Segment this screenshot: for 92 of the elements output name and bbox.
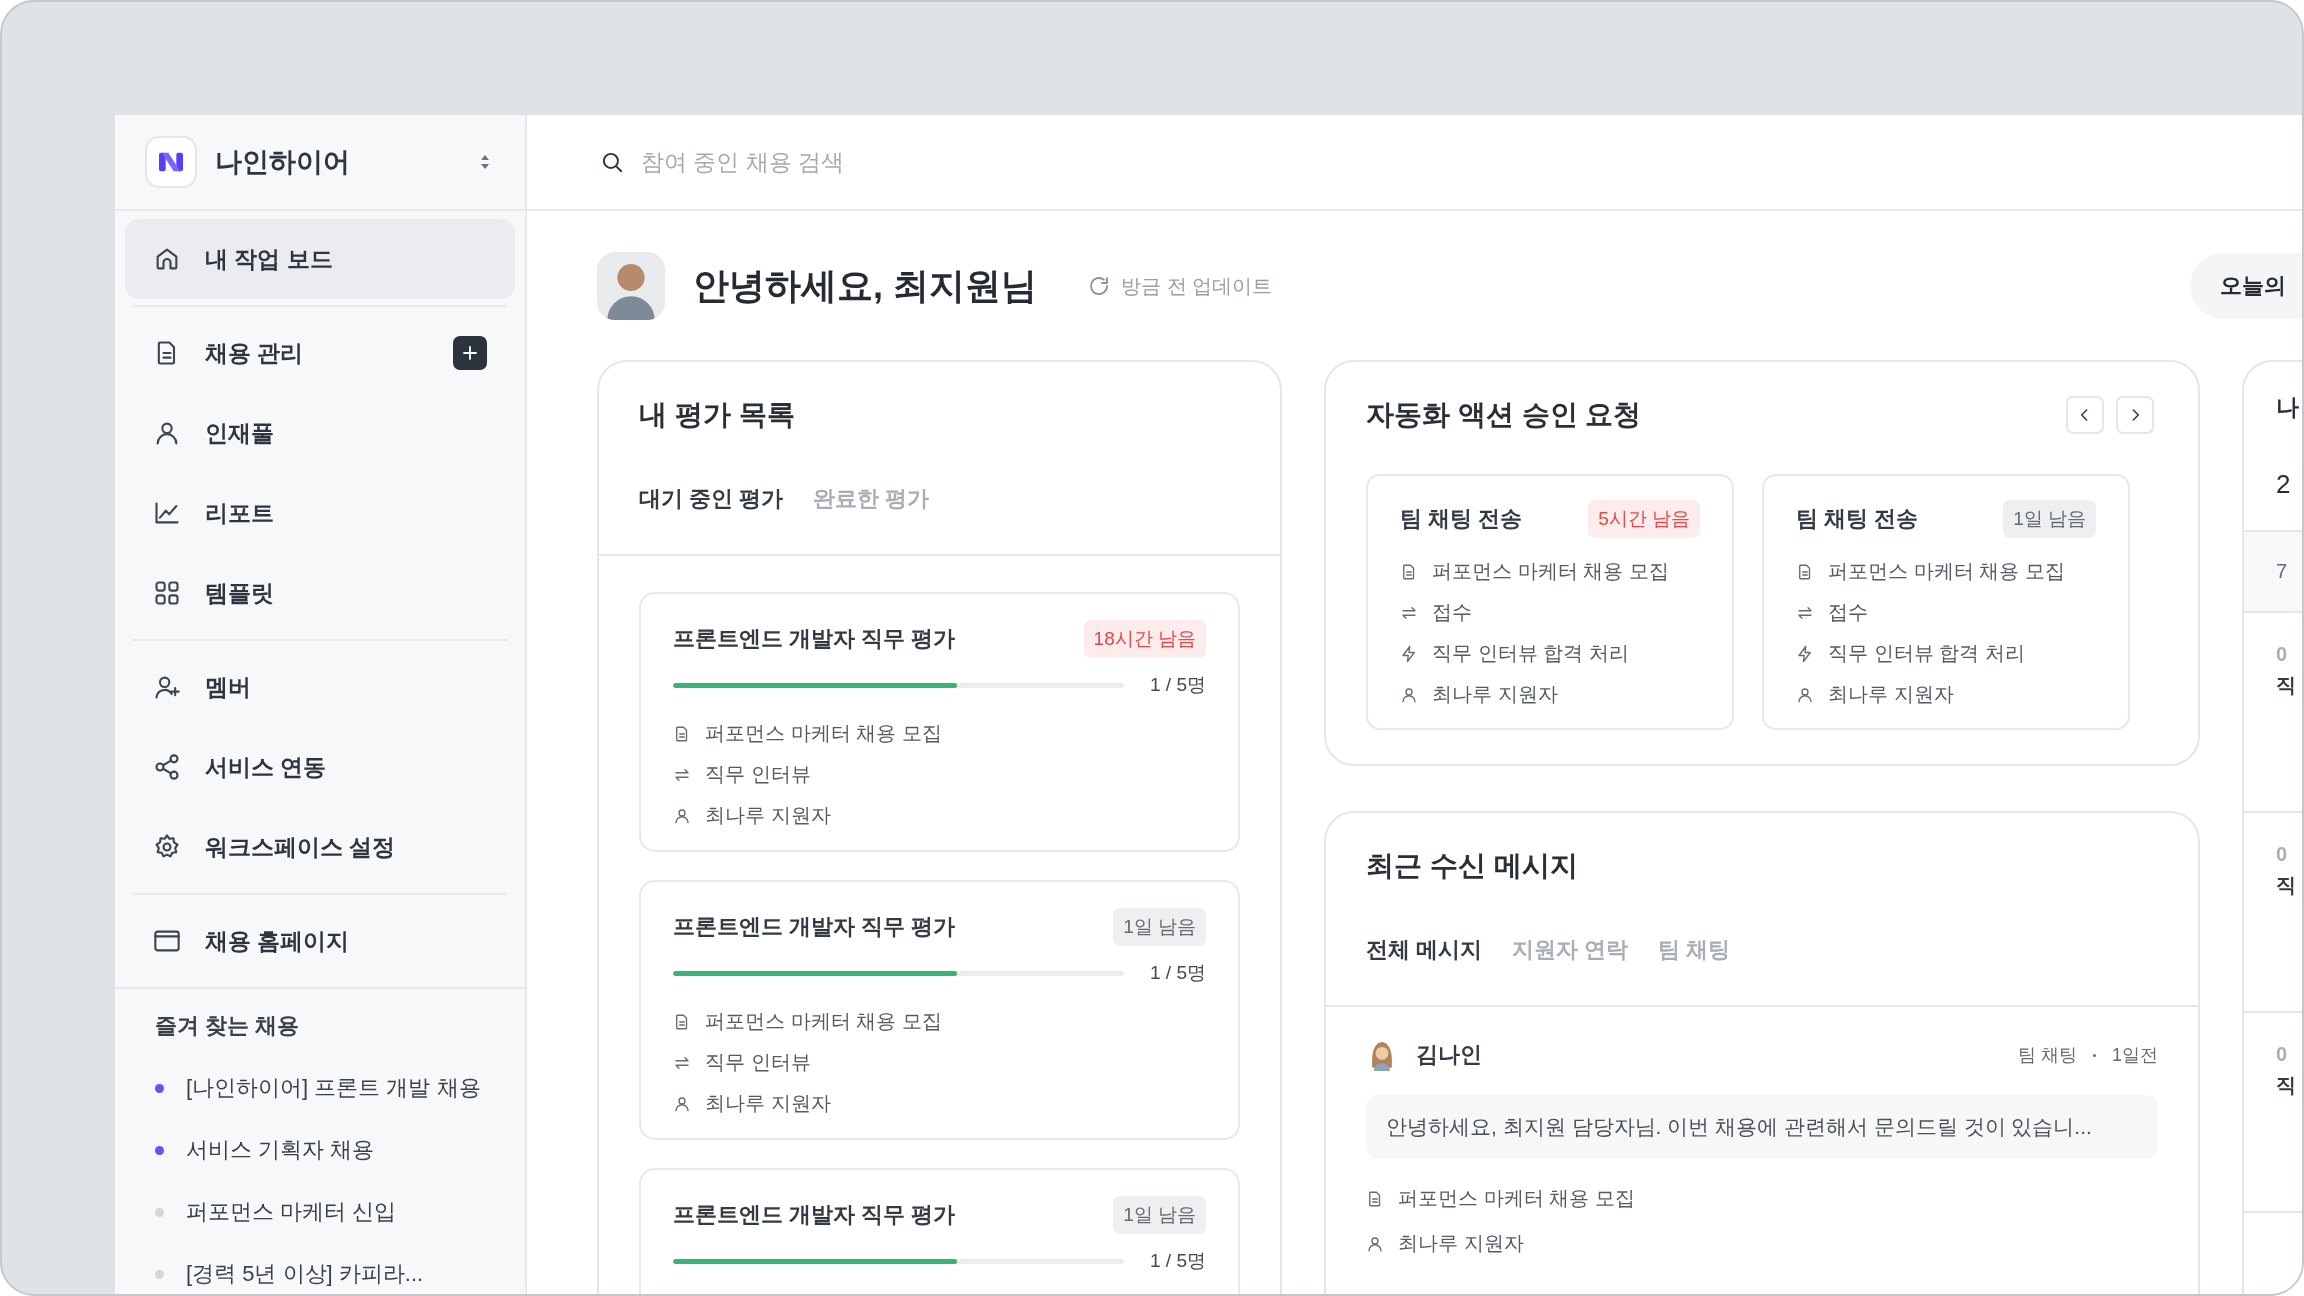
nav-item[interactable]: 리포트 <box>125 473 515 553</box>
detail-text: 접수 <box>1432 600 1472 625</box>
grid-icon <box>153 579 181 607</box>
detail-text: 직무 인터뷰 합격 처리 <box>1432 641 1629 666</box>
detail-text: 접수 <box>1828 600 1868 625</box>
detail-text: 직무 인터뷰 <box>705 1050 811 1075</box>
nav-label: 내 작업 보드 <box>205 244 334 274</box>
detail-text: 퍼포먼스 마케터 채용 모집 <box>1432 559 1669 584</box>
detail-text: 최나루 지원자 <box>1398 1231 1524 1256</box>
message-item[interactable]: 김나인 팀 채팅 1일전 안녕하세요, 최지원 담당자님. 이번 채용에 관련해서 문의드릴 것이 있습니... 퍼포먼스 마케터 채용 모집 최나루 지원자 <box>1326 1007 2198 1257</box>
add-button[interactable] <box>453 336 487 370</box>
nav-item[interactable]: 인재풀 <box>125 393 515 473</box>
progress-count: 1 / 5명 <box>1150 673 1206 697</box>
favorite-item[interactable]: [경력 5년 이상] 카피라... <box>155 1243 497 1294</box>
evaluation-card[interactable]: 프론트엔드 개발자 직무 평가 1일 남음 1 / 5명 퍼포먼스 마케터 채용 모집 직무 인터뷰 최나루 지원자 <box>639 880 1240 1140</box>
approval-card[interactable]: 팀 채팅 전송 5시간 남음 퍼포먼스 마케터 채용 모집 접수 직무 인터뷰 합격 처리 최나루 지원자 <box>1366 474 1734 730</box>
date-text: 7 <box>2244 530 2302 613</box>
tab[interactable]: 대기 중인 평가 <box>639 484 784 514</box>
avatar <box>597 252 665 320</box>
panel-title: 최근 수신 메시지 <box>1366 849 1579 883</box>
nav-label: 인재풀 <box>205 418 275 448</box>
detail-text: 직무 인터뷰 <box>705 762 811 787</box>
nav-item[interactable]: 템플릿 <box>125 553 515 633</box>
date-text: 2 <box>2276 469 2292 501</box>
card-title: 프론트엔드 개발자 직무 평가 <box>673 625 956 653</box>
detail-text: 최나루 지원자 <box>1828 682 1954 707</box>
detail-text: 퍼포먼스 마케터 채용 모집 <box>705 721 942 746</box>
card-title: 프론트엔드 개발자 직무 평가 <box>673 1201 956 1229</box>
person-icon <box>673 1094 691 1113</box>
schedule-item[interactable]: 0 직 <box>2244 813 2302 1013</box>
deadline-badge: 1일 남음 <box>2003 500 2096 538</box>
card-title: 팀 채팅 전송 <box>1796 505 1919 533</box>
nav-label: 템플릿 <box>205 578 275 608</box>
nav-item[interactable]: 워크스페이스 설정 <box>125 807 515 887</box>
favorite-item[interactable]: [나인하이어] 프론트 개발 채용 <box>155 1057 497 1119</box>
schedule-item[interactable]: 0 직 <box>2244 613 2302 813</box>
workspace-name: 나인하이어 <box>215 146 351 179</box>
detail-text: 퍼포먼스 마케터 채용 모집 <box>705 1009 942 1034</box>
deadline-badge: 1일 남음 <box>1113 908 1206 946</box>
person-icon <box>1366 1234 1384 1253</box>
person-icon <box>1400 685 1418 704</box>
evaluation-card[interactable]: 프론트엔드 개발자 직무 평가 1일 남음 1 / 5명 <box>639 1168 1240 1294</box>
detail-text: 직무 인터뷰 합격 처리 <box>1828 641 2025 666</box>
detail-text: 최나루 지원자 <box>705 803 831 828</box>
panel-title: 나 <box>2276 393 2300 422</box>
lightning-icon <box>1796 644 1814 663</box>
favorite-item[interactable]: 서비스 기획자 채용 <box>155 1119 497 1181</box>
message-preview: 안녕하세요, 최지원 담당자님. 이번 채용에 관련해서 문의드릴 것이 있습니... <box>1366 1095 2158 1159</box>
person-icon <box>673 806 691 825</box>
card-title: 팀 채팅 전송 <box>1400 505 1523 533</box>
greeting-title: 안녕하세요, 최지원님 <box>693 263 1037 308</box>
progress-count: 1 / 5명 <box>1150 1249 1206 1273</box>
search-field[interactable]: 참여 중인 채용 검색 <box>639 147 1199 177</box>
panel-title: 내 평가 목록 <box>639 398 796 432</box>
favorite-item[interactable]: 퍼포먼스 마케터 신입 <box>155 1181 497 1243</box>
detail-text: 퍼포먼스 마케터 채용 모집 <box>1398 1186 1635 1211</box>
update-time: 방금 전 업데이트 <box>1121 273 1273 299</box>
nav-label: 채용 홈페이지 <box>205 926 351 956</box>
evaluation-card[interactable]: 프론트엔드 개발자 직무 평가 18시간 남음 1 / 5명 퍼포먼스 마케터 채용 모집 직무 인터뷰 최나루 지원자 <box>639 592 1240 852</box>
panel-title: 자동화 액션 승인 요청 <box>1366 398 1642 432</box>
section-title: 즐겨 찾는 채용 <box>155 1012 301 1040</box>
tab[interactable]: 전체 메시지 <box>1366 935 1483 965</box>
detail-text: 최나루 지원자 <box>705 1091 831 1116</box>
message-time: 1일전 <box>2112 1044 2158 1067</box>
lightning-icon <box>1400 644 1418 663</box>
nav-label: 리포트 <box>205 498 275 528</box>
logo-icon <box>145 136 197 188</box>
nav-label: 서비스 연동 <box>205 752 328 782</box>
nav-label: 멤버 <box>205 672 252 702</box>
schedule-item[interactable]: 0 직 <box>2244 1013 2302 1213</box>
deadline-badge: 18시간 남음 <box>1083 620 1206 658</box>
refresh-icon[interactable] <box>1087 274 1111 298</box>
deadline-badge: 5시간 남음 <box>1588 500 1700 538</box>
separator-dot <box>2093 1053 2096 1057</box>
nav-item[interactable]: 채용 홈페이지 <box>125 901 515 981</box>
sender-name: 김나인 <box>1416 1041 1482 1069</box>
nav-label: 워크스페이스 설정 <box>205 832 397 862</box>
nav-item[interactable]: 서비스 연동 <box>125 727 515 807</box>
progress-count: 1 / 5명 <box>1150 961 1206 985</box>
nav-item[interactable]: 채용 관리 <box>125 313 515 393</box>
message-channel: 팀 채팅 <box>2017 1044 2077 1067</box>
card-title: 프론트엔드 개발자 직무 평가 <box>673 913 956 941</box>
detail-text: 퍼포먼스 마케터 채용 모집 <box>1828 559 2065 584</box>
person-icon <box>1796 685 1814 704</box>
nav-item[interactable]: 내 작업 보드 <box>125 219 515 299</box>
deadline-badge: 1일 남음 <box>1113 1196 1206 1234</box>
nav-label: 채용 관리 <box>205 338 305 368</box>
share-icon <box>153 753 181 781</box>
nav-item[interactable]: 멤버 <box>125 647 515 727</box>
today-button[interactable]: 오늘의 <box>2190 253 2302 319</box>
approval-card[interactable]: 팀 채팅 전송 1일 남음 퍼포먼스 마케터 채용 모집 접수 직무 인터뷰 합격 처리 최나루 지원자 <box>1762 474 2130 730</box>
detail-text: 최나루 지원자 <box>1432 682 1558 707</box>
